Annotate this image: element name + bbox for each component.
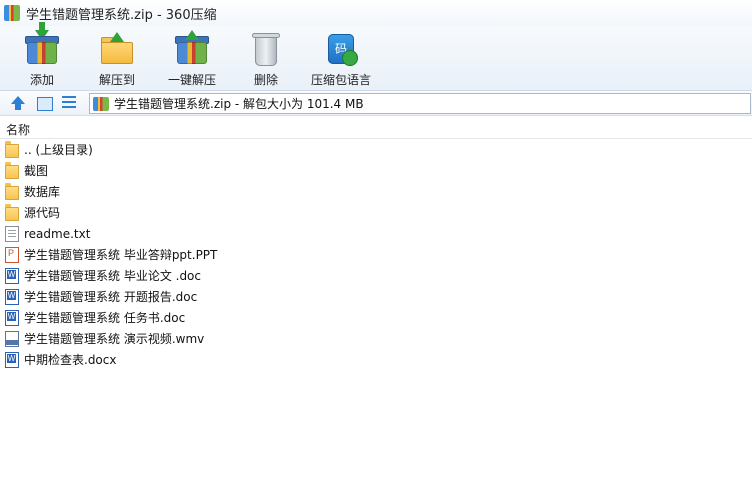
column-header-name[interactable]: 名称	[0, 118, 752, 139]
item-name: 学生错题管理系统 开题报告.doc	[24, 290, 198, 304]
extract-to-button[interactable]: 解压到	[92, 28, 142, 88]
folder-icon	[5, 161, 19, 179]
thumbnail-view-icon[interactable]	[37, 97, 53, 111]
archive-app-icon	[4, 5, 20, 21]
item-name: 学生错题管理系统 演示视频.wmv	[24, 332, 205, 346]
title-bar: 学生错题管理系统.zip - 360压缩	[0, 0, 752, 26]
add-button[interactable]: 添加	[20, 22, 64, 88]
column-name-label: 名称	[6, 123, 31, 137]
address-path: 学生错题管理系统.zip - 解包大小为 101.4 MB	[114, 97, 364, 111]
item-name: 学生错题管理系统 毕业答辩ppt.PPT	[24, 248, 218, 262]
list-item[interactable]: 源代码	[0, 202, 752, 223]
zip-file-icon	[93, 96, 109, 111]
add-button-label: 添加	[29, 73, 54, 87]
extract-to-label: 解压到	[98, 73, 135, 87]
up-level-icon[interactable]	[10, 95, 26, 111]
item-name: readme.txt	[24, 226, 91, 241]
list-item[interactable]: 学生错题管理系统 演示视频.wmv	[0, 328, 752, 349]
one-click-extract-label: 一键解压	[167, 73, 216, 87]
archive-language-icon: 码	[322, 30, 360, 67]
item-name: 学生错题管理系统 任务书.doc	[24, 311, 186, 325]
list-item[interactable]: 学生错题管理系统 毕业答辩ppt.PPT	[0, 244, 752, 265]
delete-trash-icon	[247, 30, 285, 67]
word-file-icon	[5, 309, 19, 326]
ppt-file-icon	[5, 246, 19, 263]
folder-icon	[5, 182, 19, 200]
list-item[interactable]: 中期检查表.docx	[0, 349, 752, 370]
list-view-icon[interactable]	[62, 96, 76, 110]
list-item[interactable]: readme.txt	[0, 223, 752, 244]
delete-button[interactable]: 删除	[246, 28, 286, 88]
word-file-icon	[5, 267, 19, 284]
folder-icon	[5, 203, 19, 221]
item-name: .. (上级目录)	[24, 143, 93, 157]
archive-language-label: 压缩包语言	[310, 73, 371, 87]
list-item[interactable]: 截图	[0, 160, 752, 181]
file-list: .. (上级目录) 截图 数据库 源代码 readme.txt 学生错题管理系统…	[0, 139, 752, 370]
address-bar: 学生错题管理系统.zip - 解包大小为 101.4 MB	[0, 91, 752, 116]
list-item[interactable]: 数据库	[0, 181, 752, 202]
archive-language-button[interactable]: 码 压缩包语言	[308, 28, 374, 88]
item-name: 截图	[24, 164, 49, 178]
toolbar: 添加 解压到 一键解压 删除 码 压缩包语言	[0, 22, 752, 91]
word-file-icon	[5, 288, 19, 305]
address-field[interactable]: 学生错题管理系统.zip - 解包大小为 101.4 MB	[89, 93, 751, 114]
text-file-icon	[5, 225, 19, 242]
list-item[interactable]: 学生错题管理系统 开题报告.doc	[0, 286, 752, 307]
list-item[interactable]: 学生错题管理系统 任务书.doc	[0, 307, 752, 328]
list-item[interactable]: 学生错题管理系统 毕业论文 .doc	[0, 265, 752, 286]
delete-button-label: 删除	[253, 73, 278, 87]
item-name: 学生错题管理系统 毕业论文 .doc	[24, 269, 202, 283]
item-name: 数据库	[24, 185, 61, 199]
list-item[interactable]: .. (上级目录)	[0, 139, 752, 160]
item-name: 源代码	[24, 206, 61, 220]
folder-icon	[5, 140, 19, 158]
window-title: 学生错题管理系统.zip - 360压缩	[26, 7, 217, 23]
item-name: 中期检查表.docx	[24, 353, 117, 367]
extract-to-icon	[98, 30, 136, 67]
add-archive-icon	[23, 22, 61, 67]
word-file-icon	[5, 351, 19, 368]
one-click-extract-icon	[173, 30, 211, 67]
video-file-icon	[5, 330, 19, 347]
one-click-extract-button[interactable]: 一键解压	[164, 28, 220, 88]
